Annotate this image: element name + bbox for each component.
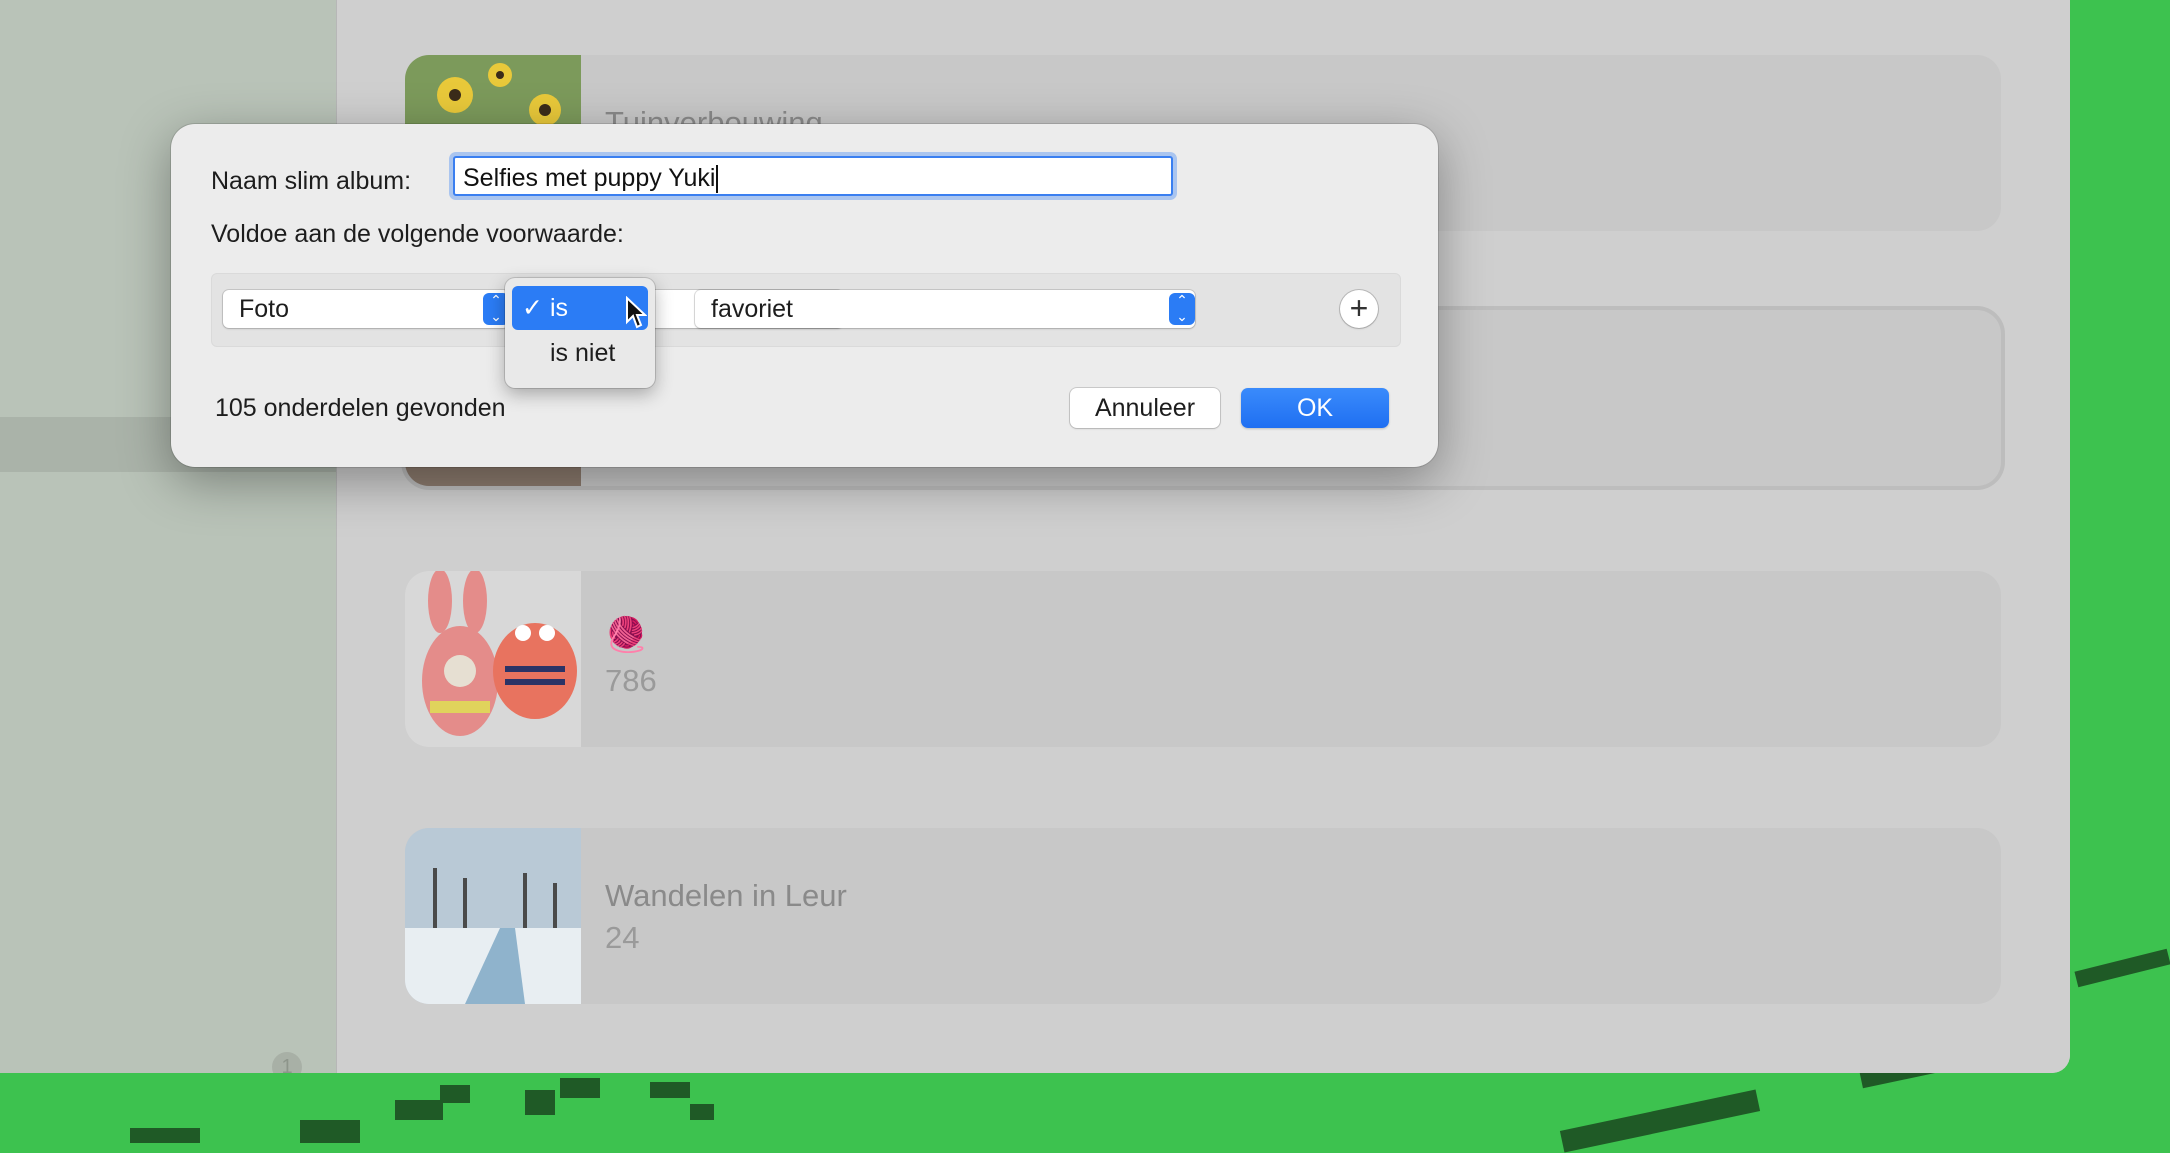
ok-button[interactable]: OK [1241,388,1389,428]
field-select[interactable]: Foto ⌃ ⌃ [223,290,509,328]
album-name-input[interactable]: Selfies met puppy Yuki [453,156,1173,196]
menu-item-label: is niet [550,339,616,367]
value-select[interactable]: favoriet ⌃ ⌃ [695,290,1195,328]
menu-item-label: is [550,294,569,322]
chevron-updown-icon: ⌃⌃ [1169,293,1195,325]
album-title-yarn-emoji: 🧶 [605,616,648,654]
found-count-text: 105 onderdelen gevonden [215,394,506,422]
condition-label: Voldoe aan de volgende voorwaarde: [211,220,624,248]
checkmark-icon: ✓ [522,294,543,322]
value-select-value: favoriet [711,295,793,323]
smart-album-dialog: Naam slim album: Selfies met puppy Yuki … [171,124,1438,467]
add-condition-button[interactable]: + [1340,290,1378,328]
album-thumbnail-snowy-path [405,828,581,1004]
album-card-knitting[interactable]: 🧶 786 [405,571,2001,747]
album-count: 786 [605,663,657,698]
operator-menu: ✓ is is niet [505,278,655,388]
cancel-button[interactable]: Annuleer [1070,388,1220,428]
album-count: 24 [605,920,640,955]
text-caret [716,165,719,194]
field-select-value: Foto [239,295,290,323]
album-title: Wandelen in Leur [605,878,847,913]
sidebar-badge: 1 [272,1052,302,1073]
album-card-wandelen-in-leur[interactable]: Wandelen in Leur 24 [405,828,2001,1004]
album-name-label: Naam slim album: [211,167,412,195]
album-name-value: Selfies met puppy Yuki [463,164,716,192]
menu-item-is-niet[interactable]: is niet [512,331,648,375]
album-thumbnail-crochet-toys [405,571,581,747]
mouse-cursor-icon [626,296,647,329]
